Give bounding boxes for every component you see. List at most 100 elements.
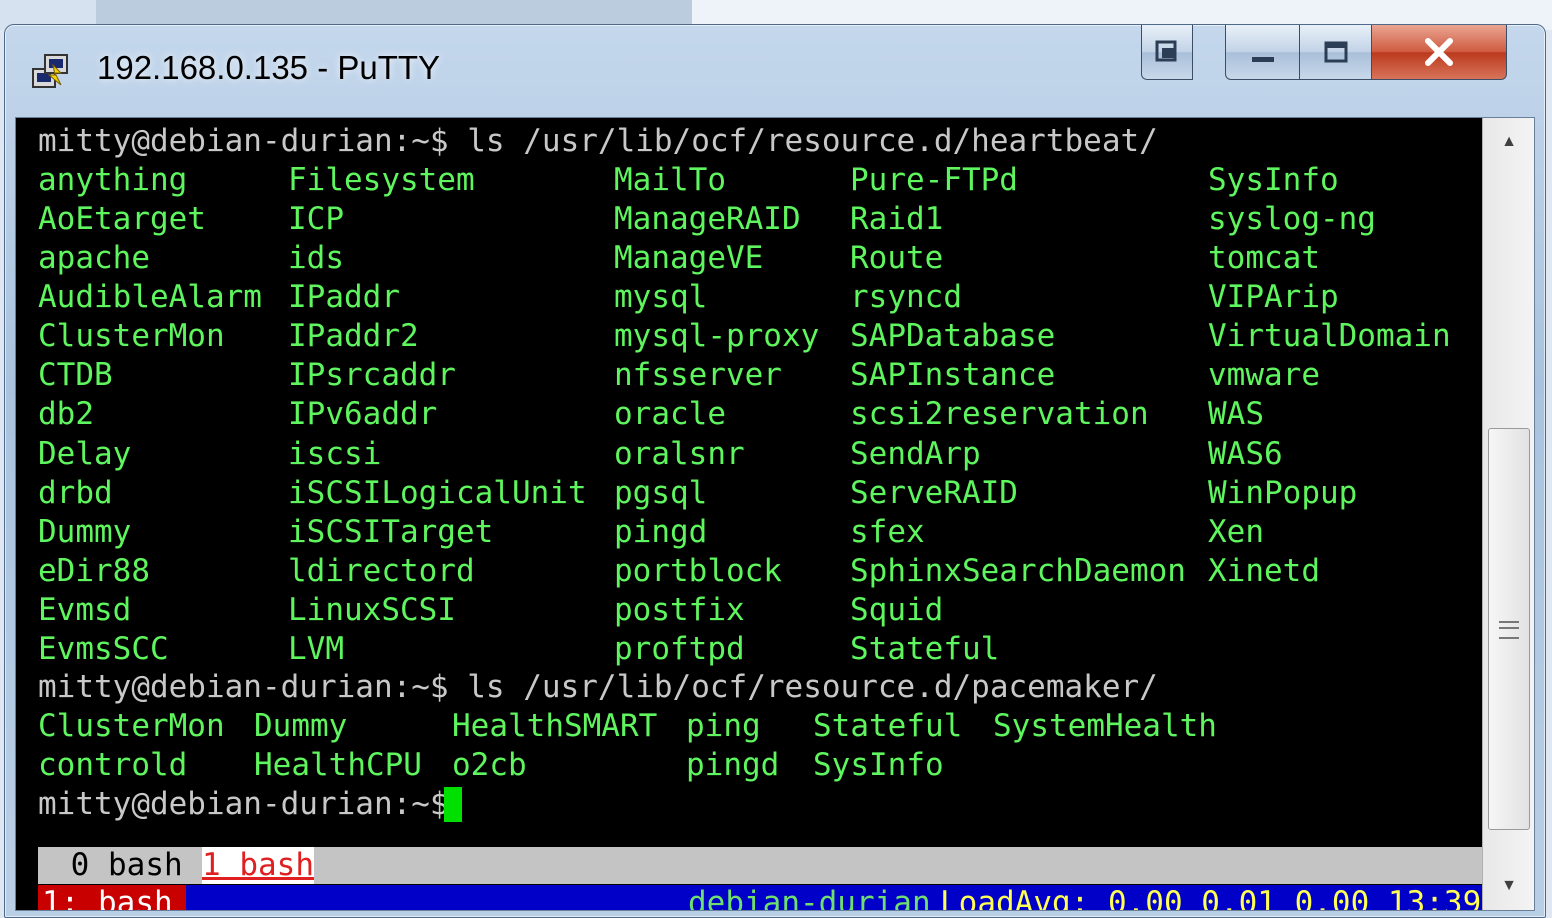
- file-entry: IPaddr: [288, 279, 400, 316]
- file-entry: pingd: [614, 513, 708, 550]
- file-entry: scsi2reservation: [850, 396, 1149, 433]
- file-entry: VIPArip: [1208, 279, 1339, 316]
- file-entry: db2: [38, 396, 94, 433]
- file-entry: IPsrcaddr: [288, 357, 456, 394]
- file-entry: portblock: [614, 552, 782, 589]
- file-entry: SysInfo: [1208, 162, 1339, 198]
- vertical-scrollbar[interactable]: ▲ ▼: [1482, 118, 1534, 910]
- file-entry: postfix: [614, 591, 745, 628]
- file-entry: ClusterMon: [38, 318, 225, 355]
- minimize-icon: [1226, 25, 1300, 79]
- hostname-label: debian-durian: [688, 885, 931, 911]
- file-entry: iscsi: [288, 435, 382, 472]
- file-entry: CTDB: [38, 357, 113, 394]
- file-entry: sfex: [850, 513, 925, 550]
- file-entry: mysql: [614, 279, 708, 316]
- file-entry: MailTo: [614, 162, 726, 198]
- file-entry: ClusterMon: [38, 708, 225, 744]
- file-entry: oracle: [614, 396, 726, 433]
- file-entry: EvmsSCC: [38, 630, 169, 667]
- restore-menu-icon: [1142, 25, 1192, 79]
- grip-icon: [1499, 621, 1519, 639]
- file-entry: ManageVE: [614, 240, 764, 277]
- putty-window: 192.168.0.135 - PuTTY mitty@debian-duria…: [4, 24, 1546, 918]
- file-entry: syslog-ng: [1208, 201, 1376, 238]
- file-entry: Dummy: [254, 708, 348, 744]
- close-button[interactable]: [1371, 25, 1507, 80]
- file-entry: VirtualDomain: [1208, 318, 1451, 355]
- putty-icon[interactable]: [31, 51, 71, 91]
- maximize-icon: [1300, 25, 1372, 79]
- file-entry: Stateful: [813, 708, 963, 744]
- file-entry: rsyncd: [850, 279, 962, 316]
- file-entry: ICP: [288, 201, 344, 238]
- file-entry: nfsserver: [614, 357, 782, 394]
- maximize-button[interactable]: [1299, 25, 1373, 80]
- file-entry: Pure-FTPd: [850, 162, 1018, 198]
- file-entry: IPv6addr: [288, 396, 438, 433]
- file-entry: controld: [38, 747, 188, 783]
- file-entry: vmware: [1208, 357, 1320, 394]
- terminal-client-area: mitty@debian-durian:~$ ls /usr/lib/ocf/r…: [15, 117, 1535, 911]
- file-entry: SystemHealth: [993, 708, 1217, 744]
- file-entry: anything: [38, 162, 188, 198]
- file-entry: SendArp: [850, 435, 981, 472]
- minimize-button[interactable]: [1225, 25, 1301, 80]
- file-entry: drbd: [38, 474, 113, 511]
- file-entry: Route: [850, 240, 944, 277]
- close-icon: [1372, 25, 1506, 79]
- screen-status-bar: 1: bash debian-durian LoadAvg: 0.00 0.01…: [38, 885, 1482, 911]
- file-entry: eDir88: [38, 552, 150, 589]
- text-cursor: [444, 787, 462, 822]
- file-entry: HealthCPU: [254, 747, 422, 783]
- file-entry: mysql-proxy: [614, 318, 820, 355]
- screen-window-list: 0 bash 1 bash: [38, 847, 1482, 884]
- file-entry: AudibleAlarm: [38, 279, 262, 316]
- prompt-line: mitty@debian-durian:~$ ls /usr/lib/ocf/r…: [38, 123, 1158, 159]
- restore-menu-button[interactable]: [1141, 25, 1193, 80]
- title-bar[interactable]: 192.168.0.135 - PuTTY: [5, 25, 1545, 117]
- file-entry: Xinetd: [1208, 552, 1320, 589]
- file-entry: Delay: [38, 435, 132, 472]
- file-entry: iSCSILogicalUnit: [288, 474, 587, 511]
- file-entry: SysInfo: [813, 747, 944, 783]
- file-entry: SAPInstance: [850, 357, 1056, 394]
- file-entry: iSCSITarget: [288, 513, 494, 550]
- prompt-line: mitty@debian-durian:~$ ls /usr/lib/ocf/r…: [38, 669, 1158, 705]
- file-entry: Raid1: [850, 201, 944, 238]
- window-title: 192.168.0.135 - PuTTY: [97, 49, 441, 86]
- file-entry: AoEtarget: [38, 201, 206, 238]
- file-entry: ldirectord: [288, 552, 475, 589]
- file-entry: o2cb: [452, 747, 527, 783]
- file-entry: WAS: [1208, 396, 1264, 433]
- prompt-line: mitty@debian-durian:~$: [38, 786, 468, 822]
- file-entry: LVM: [288, 630, 344, 667]
- screen-tab-1[interactable]: 1 bash: [202, 847, 314, 884]
- file-entry: Squid: [850, 591, 944, 628]
- file-entry: IPaddr2: [288, 318, 419, 355]
- terminal-screen[interactable]: mitty@debian-durian:~$ ls /usr/lib/ocf/r…: [16, 118, 1482, 910]
- file-entry: pingd: [686, 747, 780, 783]
- file-entry: Xen: [1208, 513, 1264, 550]
- file-entry: SphinxSearchDaemon: [850, 552, 1186, 589]
- file-entry: ServeRAID: [850, 474, 1018, 511]
- file-entry: LinuxSCSI: [288, 591, 456, 628]
- file-entry: HealthSMART: [452, 708, 658, 744]
- scroll-down-arrow-icon[interactable]: ▼: [1483, 862, 1534, 910]
- file-entry: proftpd: [614, 630, 745, 667]
- file-entry: Dummy: [38, 513, 132, 550]
- file-entry: WAS6: [1208, 435, 1283, 472]
- file-entry: WinPopup: [1208, 474, 1358, 511]
- file-entry: Filesystem: [288, 162, 475, 198]
- file-entry: ping: [686, 708, 761, 744]
- current-window-label: 1: bash: [38, 885, 186, 910]
- file-entry: ids: [288, 240, 344, 277]
- file-entry: apache: [38, 240, 150, 277]
- file-entry: SAPDatabase: [850, 318, 1056, 355]
- file-entry: Stateful: [850, 630, 1000, 667]
- scroll-up-arrow-icon[interactable]: ▲: [1483, 118, 1534, 166]
- screen-tab-0[interactable]: 0 bash: [52, 847, 201, 884]
- file-entry: Evmsd: [38, 591, 132, 628]
- file-entry: oralsnr: [614, 435, 745, 472]
- scroll-thumb[interactable]: [1488, 428, 1530, 830]
